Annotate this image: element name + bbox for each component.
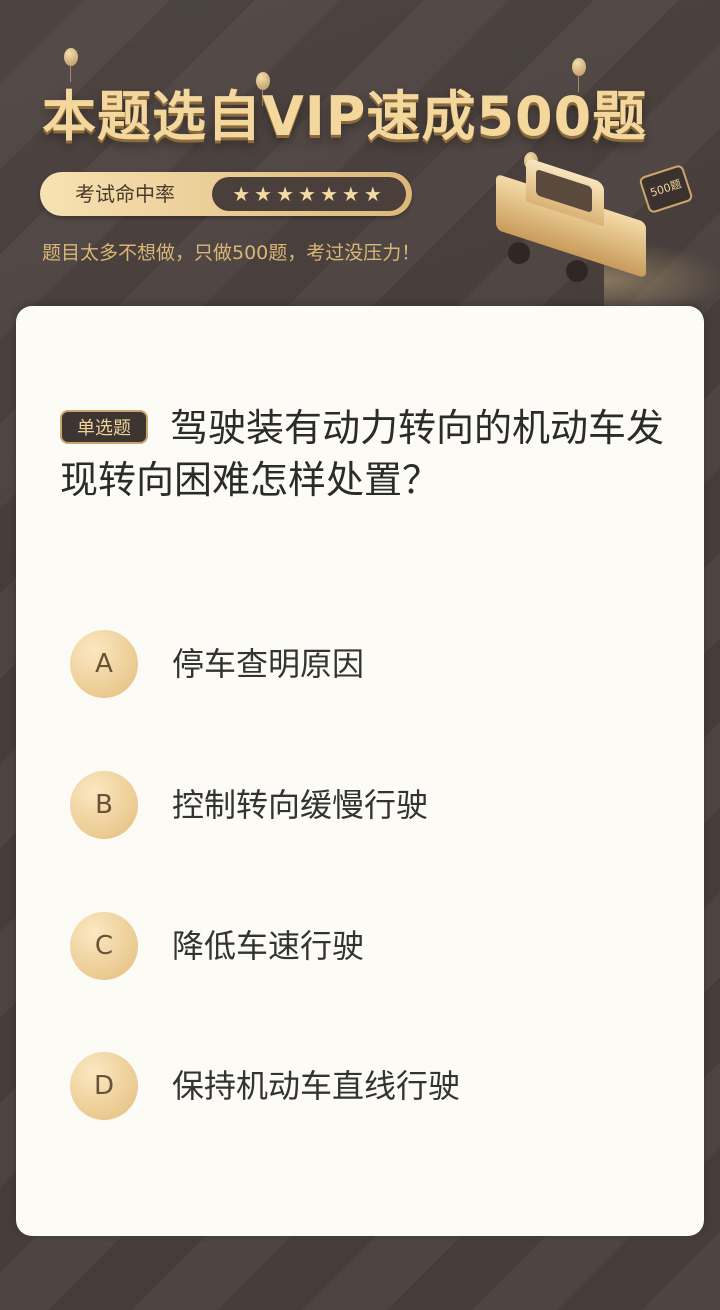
option-text: 停车查明原因 bbox=[172, 645, 365, 683]
option-b[interactable]: B 控制转向缓慢行驶 bbox=[70, 771, 670, 841]
option-d[interactable]: D 保持机动车直线行驶 bbox=[70, 1052, 670, 1122]
option-c[interactable]: C 降低车速行驶 bbox=[70, 912, 670, 982]
option-letter: C bbox=[70, 912, 138, 980]
question-text: 驾驶装有动力转向的机动车发现转向困难怎样处置？ bbox=[60, 406, 665, 502]
hit-rate-label: 考试命中率 bbox=[75, 182, 175, 206]
wheel-icon bbox=[566, 260, 588, 282]
banner-title: 本题选自VIP速成500题 bbox=[42, 85, 648, 148]
banner-tagline: 题目太多不想做，只做500题，考过没压力！ bbox=[42, 242, 421, 264]
question-type-badge: 单选题 bbox=[60, 410, 148, 444]
option-text: 控制转向缓慢行驶 bbox=[172, 786, 429, 824]
question-card: 单选题 驾驶装有动力转向的机动车发现转向困难怎样处置？ A 停车查明原因 B 控制… bbox=[16, 306, 704, 1236]
hit-rate-pill: 考试命中率 ★★★★★★★ bbox=[40, 172, 412, 216]
option-letter: D bbox=[70, 1052, 138, 1120]
balloon-icon bbox=[64, 48, 78, 82]
option-text: 保持机动车直线行驶 bbox=[172, 1067, 461, 1105]
option-letter: B bbox=[70, 771, 138, 839]
hit-rate-stars: ★★★★★★★ bbox=[212, 177, 406, 211]
question-stem: 单选题 驾驶装有动力转向的机动车发现转向困难怎样处置？ bbox=[60, 402, 670, 506]
option-a[interactable]: A 停车查明原因 bbox=[70, 630, 670, 700]
wheel-icon bbox=[508, 242, 530, 264]
car-illustration bbox=[494, 157, 720, 320]
option-letter: A bbox=[70, 630, 138, 698]
vip-banner: 本题选自VIP速成500题 考试命中率 ★★★★★★★ 题目太多不想做，只做50… bbox=[0, 0, 720, 320]
option-text: 降低车速行驶 bbox=[172, 927, 365, 965]
